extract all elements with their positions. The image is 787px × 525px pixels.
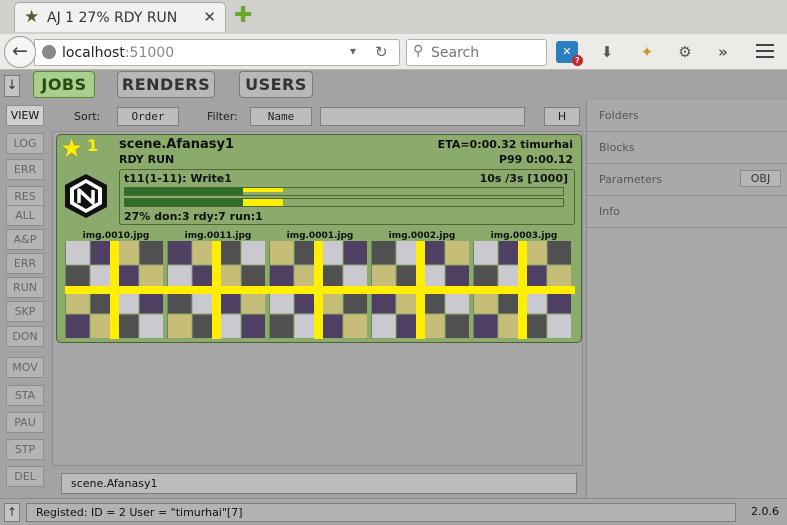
thumbnail-label: img.0002.jpg: [388, 231, 456, 241]
tab-users[interactable]: USERS: [239, 71, 313, 98]
restart-and-pause-button[interactable]: A&P: [6, 229, 44, 250]
gear-addon-icon[interactable]: ⚙: [674, 41, 696, 63]
stop-button[interactable]: STP: [6, 439, 44, 460]
job-name: scene.Afanasy1: [119, 137, 235, 152]
status-bar: ↑ Registed: ID = 2 User = "timurhai"[7] …: [0, 498, 787, 525]
thumbnail-images: [65, 241, 575, 339]
close-tab-icon[interactable]: ✕: [203, 8, 216, 26]
sort-label: Sort:: [74, 110, 101, 123]
nuke-logo-icon: [65, 174, 107, 218]
thumbnail-label: img.0011.jpg: [184, 231, 252, 241]
badge-icon: ?: [572, 55, 583, 66]
addon-icon[interactable]: ✦: [636, 41, 658, 63]
browser-nav-bar: localhost:51000 ▾ ↻ ← ⚲ ✕? ⬇ ✦ ⚙ »: [0, 34, 787, 70]
move-button[interactable]: MOV: [6, 357, 44, 378]
sort-field-button[interactable]: Order: [117, 107, 179, 126]
url-text: localhost:51000: [62, 45, 175, 61]
job-priority: P99 0:00.12: [498, 153, 573, 166]
restart-all-button[interactable]: ALL: [6, 205, 44, 226]
tab-jobs[interactable]: JOBS: [33, 71, 95, 98]
browser-tab[interactable]: ★ AJ 1 27% RDY RUN ✕: [14, 2, 226, 32]
progress-running: [243, 199, 283, 206]
overflow-icon[interactable]: »: [712, 41, 734, 63]
block-info: 10s /3s [1000]: [479, 172, 568, 185]
status-message: Registed: ID = 2 User = "timurhai"[7]: [26, 503, 736, 522]
collapse-arrow-button[interactable]: ↓: [4, 75, 20, 97]
thumbnail-stripe: [65, 286, 575, 294]
job-block[interactable]: t11(1-11): Write1 10s /3s [1000] 27% don…: [119, 169, 575, 225]
job-number: 1: [87, 136, 99, 155]
start-button[interactable]: STA: [6, 385, 44, 406]
log-button[interactable]: LOG: [6, 133, 44, 154]
block-stats: 27% don:3 rdy:7 run:1: [124, 210, 263, 223]
task-progress-bar: [124, 198, 564, 207]
filter-field-button[interactable]: Name: [250, 107, 312, 126]
reload-icon[interactable]: ↻: [375, 43, 388, 61]
thumbnail-label: img.0010.jpg: [82, 231, 150, 241]
restart-running-button[interactable]: RUN: [6, 277, 44, 298]
search-icon: ⚲: [413, 43, 424, 59]
restart-done-button[interactable]: DON: [6, 326, 44, 347]
history-dropdown-icon[interactable]: ▾: [350, 44, 356, 58]
info-section[interactable]: Info: [587, 196, 787, 228]
tab-title: AJ 1 27% RDY RUN: [47, 10, 178, 26]
restart-errors-button[interactable]: ERR: [6, 253, 44, 274]
blocks-section[interactable]: Blocks: [587, 132, 787, 164]
expand-arrow-button[interactable]: ↑: [4, 503, 20, 522]
delete-button[interactable]: DEL: [6, 466, 44, 487]
extension-icon[interactable]: ✕?: [556, 41, 583, 66]
errors-button[interactable]: ERR: [6, 159, 44, 180]
star-icon: ★: [24, 7, 40, 27]
version-label: 2.0.6: [751, 505, 779, 518]
reset-button[interactable]: RES: [6, 186, 44, 207]
search-bar[interactable]: ⚲: [406, 39, 547, 66]
view-button[interactable]: VIEW: [6, 105, 44, 126]
thumbnail-label: img.0003.jpg: [490, 231, 558, 241]
selected-job-name: scene.Afanasy1: [61, 473, 577, 494]
globe-icon: [42, 45, 56, 59]
tab-renders[interactable]: RENDERS: [117, 71, 215, 98]
pause-button[interactable]: PAU: [6, 412, 44, 433]
restart-skipped-button[interactable]: SKP: [6, 301, 44, 322]
progress-running: [243, 188, 283, 192]
job-eta: ETA=0:00.32 timurhai: [437, 138, 573, 151]
progress-done: [125, 188, 244, 195]
browser-tab-bar: ★ AJ 1 27% RDY RUN ✕ ✚: [0, 0, 787, 34]
download-icon[interactable]: ⬇: [596, 41, 618, 63]
folders-section[interactable]: Folders: [587, 100, 787, 132]
job-item[interactable]: ★ 1 scene.Afanasy1 RDY RUN ETA=0:00.32 t…: [56, 134, 582, 343]
h-button[interactable]: H: [544, 107, 580, 126]
star-icon: ★: [60, 134, 84, 164]
thumbnail-label: img.0001.jpg: [286, 231, 354, 241]
block-name: t11(1-11): Write1: [124, 172, 232, 185]
progress-done: [125, 199, 244, 206]
url-bar[interactable]: localhost:51000 ▾ ↻: [34, 39, 400, 66]
back-button[interactable]: ←: [4, 36, 36, 68]
filter-label: Filter:: [207, 110, 238, 123]
menu-icon[interactable]: [756, 44, 774, 58]
filter-input[interactable]: [320, 107, 525, 126]
right-panel: Folders Blocks Parameters Info: [586, 100, 787, 498]
job-state: RDY RUN: [119, 153, 175, 166]
search-input[interactable]: [431, 43, 541, 62]
block-progress-bar: [124, 187, 564, 196]
thumbnail-strip: img.0010.jpg img.0011.jpg img.0001.jpg i…: [65, 231, 575, 339]
obj-button[interactable]: OBJ: [740, 170, 781, 187]
new-tab-icon[interactable]: ✚: [234, 4, 252, 28]
